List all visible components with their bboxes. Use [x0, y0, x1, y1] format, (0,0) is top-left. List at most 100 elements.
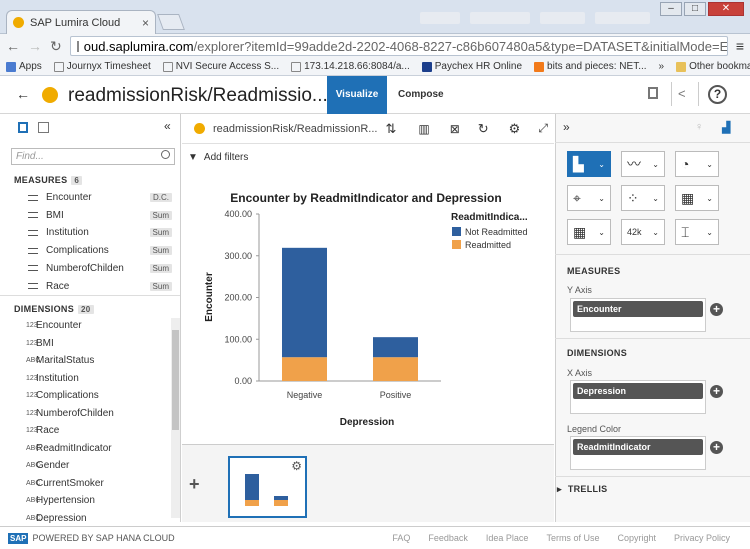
x-axis-slot[interactable]: Depression	[570, 380, 706, 414]
legend-color-pill[interactable]: ReadmitIndicator	[573, 439, 703, 455]
legend-color-slot[interactable]: ReadmitIndicator	[570, 436, 706, 470]
thumbnail-gear-icon[interactable]: ⚙	[291, 459, 302, 473]
reload-icon[interactable]: ↻	[50, 38, 62, 55]
tab-visualize[interactable]: Visualize	[327, 76, 387, 114]
url-input[interactable]: oud.saplumira.com/explorer?itemId=99adde…	[69, 36, 728, 56]
expand-panel-icon[interactable]: »	[563, 120, 570, 134]
close-tab-icon[interactable]: ×	[142, 16, 149, 30]
dimension-item[interactable]: 123 Encounter	[0, 317, 170, 334]
aggregation-badge[interactable]: Sum	[149, 281, 172, 291]
y-axis-pill[interactable]: Encounter	[573, 301, 703, 317]
footer-link-terms[interactable]: Terms of Use	[546, 533, 599, 543]
dimension-item[interactable]: ABC Depression	[0, 510, 170, 527]
dimension-item[interactable]: ABC ReadmitIndicator	[0, 440, 170, 457]
add-dimension-icon[interactable]: +	[710, 385, 723, 398]
chart-builder-icon[interactable]: ▟	[722, 121, 730, 134]
bookmark-apps[interactable]: Apps	[6, 61, 42, 72]
add-legend-color-icon[interactable]: +	[710, 441, 723, 454]
collapse-panel-icon[interactable]: «	[164, 119, 171, 133]
measure-item[interactable]: BMI Sum	[0, 207, 180, 224]
dimension-item[interactable]: ABC Gender	[0, 457, 170, 474]
dimension-item[interactable]: 123 Complications	[0, 387, 170, 404]
footer-link-idea-place[interactable]: Idea Place	[486, 533, 529, 543]
scrollbar-thumb[interactable]	[172, 330, 179, 430]
boxplot-button[interactable]: ⌶ ⌄	[675, 219, 719, 245]
maximize-window-icon[interactable]: □	[684, 2, 706, 16]
bookmark-ip[interactable]: 173.14.218.66:8084/a...	[291, 61, 410, 72]
dimension-item[interactable]: 123 NumberofChilden	[0, 405, 170, 422]
save-icon[interactable]	[648, 87, 658, 99]
footer-link-faq[interactable]: FAQ	[392, 533, 410, 543]
close-window-icon[interactable]: ✕	[708, 2, 744, 16]
rank-icon[interactable]: ▥	[418, 122, 429, 136]
footer-link-feedback[interactable]: Feedback	[428, 533, 468, 543]
browser-menu-icon[interactable]: ≡	[736, 38, 744, 54]
sort-icon[interactable]: ⇅	[385, 121, 396, 137]
bar-chart-button[interactable]: ▙ ⌄	[567, 151, 611, 177]
browser-tab[interactable]: SAP Lumira Cloud ×	[6, 10, 156, 34]
tab-compose[interactable]: Compose	[398, 76, 444, 114]
refresh-icon[interactable]: ↻	[478, 121, 489, 137]
geo-map-button[interactable]: ⌖ ⌄	[567, 185, 611, 211]
aggregation-badge[interactable]: Sum	[149, 263, 172, 273]
bar-not-readmitted	[373, 337, 418, 358]
legend-swatch	[452, 240, 461, 249]
minimize-window-icon[interactable]: –	[660, 2, 682, 16]
measure-item[interactable]: Institution Sum	[0, 224, 180, 241]
footer-link-copyright[interactable]: Copyright	[617, 533, 656, 543]
data-view-icon[interactable]	[18, 122, 28, 133]
add-chart-icon[interactable]: +	[189, 474, 200, 495]
find-input[interactable]: Find...	[11, 148, 175, 165]
aggregation-badge[interactable]: Sum	[149, 246, 172, 256]
chart-thumbnail[interactable]: ⚙	[228, 456, 307, 518]
add-filters-button[interactable]: ▼ Add filters	[188, 152, 248, 163]
scatter-chart-button[interactable]: ⁘ ⌄	[621, 185, 665, 211]
bookmark-bits[interactable]: bits and pieces: NET...	[534, 61, 647, 72]
other-bookmarks-label: Other bookmarks	[689, 61, 750, 72]
settings-gear-icon[interactable]: ⚙	[509, 121, 521, 137]
dimension-item[interactable]: 123 Race	[0, 422, 170, 439]
measure-item[interactable]: NumberofChilden Sum	[0, 260, 180, 277]
forward-arrow-icon[interactable]: →	[28, 38, 42, 54]
trellis-toggle[interactable]: ▸ TRELLIS	[557, 484, 607, 495]
measure-item[interactable]: Race Sum	[0, 278, 180, 295]
other-bookmarks[interactable]: Other bookmarks	[676, 61, 750, 72]
bookmark-paychex[interactable]: Paychex HR Online	[421, 61, 522, 72]
measure-item[interactable]: Encounter D.C.	[0, 189, 180, 206]
aggregation-badge[interactable]: D.C.	[150, 193, 172, 202]
numeric-point-button[interactable]: 42k ⌄	[621, 219, 665, 245]
help-icon[interactable]: ?	[708, 85, 727, 104]
dimension-type-icon: 123	[26, 339, 38, 347]
clear-chart-icon[interactable]: ⊠	[450, 122, 460, 136]
fullscreen-icon[interactable]: ⤢	[538, 121, 548, 136]
search-icon[interactable]	[161, 150, 170, 159]
aggregation-badge[interactable]: Sum	[149, 210, 172, 220]
dimension-item[interactable]: 123 Institution	[0, 370, 170, 387]
y-axis-slot[interactable]: Encounter	[570, 298, 706, 332]
pie-chart-button[interactable]: ◔ ⌄	[675, 151, 719, 177]
aggregation-badge[interactable]: Sum	[149, 228, 172, 238]
lightbulb-icon[interactable]: ♀	[695, 121, 703, 133]
measure-item[interactable]: Complications Sum	[0, 242, 180, 259]
url-path: /explorer?itemId=99adde2d-2202-4068-8227…	[193, 38, 728, 54]
back-icon[interactable]: ←	[16, 86, 30, 102]
dimension-item[interactable]: ABC Hypertension	[0, 492, 170, 509]
share-icon[interactable]: <	[678, 86, 686, 101]
heatmap-button[interactable]: ▦ ⌄	[675, 185, 719, 211]
bookmark-journyx[interactable]: Journyx Timesheet	[53, 61, 151, 72]
dimension-item[interactable]: ABC MaritalStatus	[0, 352, 170, 369]
more-bookmarks-icon[interactable]: »	[659, 61, 665, 72]
dimension-item[interactable]: 123 BMI	[0, 335, 170, 352]
bookmark-nvi[interactable]: NVI Secure Access S...	[162, 61, 279, 72]
x-axis-pill[interactable]: Depression	[573, 383, 703, 399]
line-chart-button[interactable]: 〰 ⌄	[621, 151, 665, 177]
footer-link-privacy[interactable]: Privacy Policy	[674, 533, 730, 543]
page-icon	[162, 61, 173, 72]
table-button[interactable]: ▦ ⌄	[567, 219, 611, 245]
dimension-item[interactable]: ABC CurrentSmoker	[0, 475, 170, 492]
address-bar-row: ← → ↻ oud.saplumira.com/explorer?itemId=…	[0, 34, 750, 58]
back-arrow-icon[interactable]: ←	[6, 38, 20, 54]
dimensions-scrollbar[interactable]	[171, 318, 180, 518]
add-measure-icon[interactable]: +	[710, 303, 723, 316]
grid-view-icon[interactable]	[38, 122, 49, 133]
